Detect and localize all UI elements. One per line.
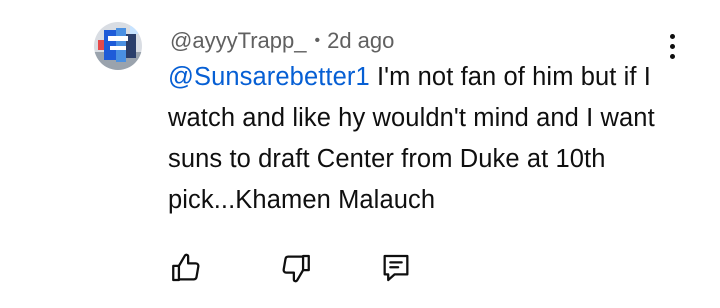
reply-comment-icon [379, 251, 413, 285]
comment-body: @Sunsarebetter1 I'm not fan of him but i… [168, 57, 678, 221]
reply-button[interactable] [376, 248, 416, 288]
avatar[interactable] [94, 22, 142, 70]
meta-separator: • [314, 32, 321, 49]
menu-dot [669, 33, 675, 39]
thumbs-up-icon [169, 251, 203, 285]
user-mention-link[interactable]: @Sunsarebetter1 [168, 63, 370, 91]
menu-dot [669, 43, 675, 49]
thumbs-down-icon [279, 251, 313, 285]
dislike-button[interactable] [276, 248, 316, 288]
comment-actions [0, 248, 720, 288]
comment-item: @ayyyTrapp_ • 2d ago @Sunsarebetter1 I'm… [0, 0, 720, 308]
comment-header: @ayyyTrapp_ • 2d ago [170, 26, 394, 56]
author-name[interactable]: @ayyyTrapp_ [170, 28, 306, 54]
comment-timestamp[interactable]: 2d ago [327, 28, 394, 54]
like-button[interactable] [166, 248, 206, 288]
